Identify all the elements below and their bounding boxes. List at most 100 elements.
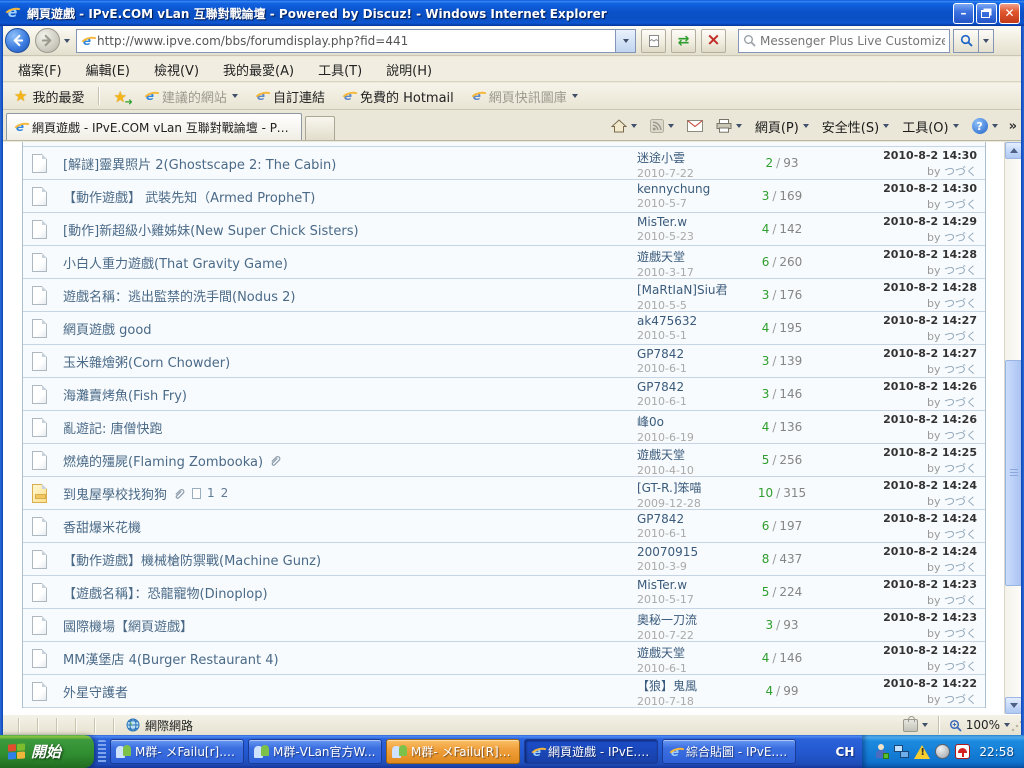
topic-author-link[interactable]: MisTer.w xyxy=(637,215,737,229)
scroll-down-button[interactable] xyxy=(1005,697,1022,714)
search-input[interactable] xyxy=(760,34,945,48)
toolbar-drag-handle[interactable] xyxy=(98,740,106,764)
close-button[interactable]: ✕ xyxy=(999,3,1020,24)
last-poster-link[interactable]: つづく xyxy=(944,264,977,277)
topic-author-link[interactable]: GP7842 xyxy=(637,512,737,526)
topic-author-link[interactable]: GP7842 xyxy=(637,380,737,394)
topic-title-link[interactable]: 玉米雜燴粥(Corn Chowder) xyxy=(63,352,230,371)
forward-button[interactable] xyxy=(35,28,60,53)
compatibility-view-button[interactable] xyxy=(641,29,666,53)
last-post-time[interactable]: 2010-8-2 14:30 xyxy=(827,149,977,162)
topic-author-link[interactable]: 峰0o xyxy=(637,413,737,430)
language-indicator[interactable]: CH xyxy=(828,745,863,759)
last-post-time[interactable]: 2010-8-2 14:24 xyxy=(827,545,977,558)
last-post-time[interactable]: 2010-8-2 14:22 xyxy=(827,644,977,657)
tools-menu-button[interactable]: 工具(O) xyxy=(897,114,963,139)
last-poster-link[interactable]: つづく xyxy=(944,627,977,640)
chevron-down-icon[interactable] xyxy=(922,723,928,727)
topic-author-link[interactable]: 遊戲天堂 xyxy=(637,248,737,265)
last-post-time[interactable]: 2010-8-2 14:23 xyxy=(827,578,977,591)
topic-title-link[interactable]: 外星守護者 xyxy=(63,682,128,701)
topic-title-link[interactable]: 小白人重力遊戲(That Gravity Game) xyxy=(63,253,288,272)
topic-title-link[interactable]: [解謎]靈異照片 2(Ghostscape 2: The Cabin) xyxy=(63,154,336,173)
last-post-time[interactable]: 2010-8-2 14:25 xyxy=(827,446,977,459)
history-dropdown-icon[interactable] xyxy=(64,39,70,43)
last-post-time[interactable]: 2010-8-2 14:27 xyxy=(827,347,977,360)
toolbar-overflow-button[interactable]: » xyxy=(1006,119,1020,134)
print-button[interactable] xyxy=(711,116,747,136)
topic-author-link[interactable]: MisTer.w xyxy=(637,578,737,592)
vertical-scrollbar[interactable] xyxy=(1004,142,1021,714)
topic-title-link[interactable]: 燃燒的殭屍(Flaming Zombooka) xyxy=(63,451,263,470)
help-button[interactable]: ? xyxy=(967,115,1003,137)
page-menu-button[interactable]: 網頁(P) xyxy=(750,114,814,139)
last-post-time[interactable]: 2010-8-2 14:24 xyxy=(827,512,977,525)
topic-title-link[interactable]: [動作]新超級小雞姊妹(New Super Chick Sisters) xyxy=(63,220,359,239)
topic-author-link[interactable]: 迷途小雲 xyxy=(637,149,737,166)
last-poster-link[interactable]: つづく xyxy=(944,429,977,442)
topic-title-link[interactable]: 香甜爆米花機 xyxy=(63,517,141,536)
last-poster-link[interactable]: つづく xyxy=(944,330,977,343)
last-poster-link[interactable]: つづく xyxy=(944,528,977,541)
scroll-up-button[interactable] xyxy=(1005,142,1022,159)
menu-item[interactable]: 我的最愛(A) xyxy=(211,57,306,82)
topic-title-link[interactable]: 【遊戲名稱】：恐龍寵物(Dinoplop) xyxy=(63,583,268,602)
favorites-bar-item[interactable]: e 網頁快訊圖庫 xyxy=(462,84,586,109)
last-post-time[interactable]: 2010-8-2 14:24 xyxy=(827,479,977,492)
last-poster-link[interactable]: つづく xyxy=(944,594,977,607)
topic-author-link[interactable]: kennychung xyxy=(637,182,737,196)
taskbar-task-button[interactable]: e M群- メFailu[r].e... xyxy=(110,739,244,764)
topic-author-link[interactable]: [GT-R.]笨喵 xyxy=(637,479,737,496)
topic-title-link[interactable]: 海灘賣烤魚(Fish Fry) xyxy=(63,385,187,404)
address-input[interactable] xyxy=(97,31,615,51)
last-poster-link[interactable]: つづく xyxy=(944,198,977,211)
last-poster-link[interactable]: つづく xyxy=(944,165,977,178)
topic-author-link[interactable]: 遊戲天堂 xyxy=(637,446,737,463)
antivirus-tray-icon[interactable] xyxy=(955,744,970,759)
page-number-link[interactable]: 1 xyxy=(207,486,215,500)
topic-author-link[interactable]: 遊戲天堂 xyxy=(637,644,737,661)
security-warning-tray-icon[interactable] xyxy=(914,745,930,759)
last-post-time[interactable]: 2010-8-2 14:28 xyxy=(827,281,977,294)
last-poster-link[interactable]: つづく xyxy=(944,396,977,409)
messenger-tray-icon[interactable] xyxy=(874,744,889,759)
menu-item[interactable]: 工具(T) xyxy=(306,57,374,82)
last-poster-link[interactable]: つづく xyxy=(944,363,977,376)
read-mail-button[interactable] xyxy=(682,117,708,135)
minimize-button[interactable]: – xyxy=(953,3,974,24)
last-poster-link[interactable]: つづく xyxy=(944,297,977,310)
protected-mode-icon[interactable] xyxy=(903,719,918,732)
menu-item[interactable]: 編輯(E) xyxy=(74,57,142,82)
volume-tray-icon[interactable] xyxy=(935,744,950,759)
safety-menu-button[interactable]: 安全性(S) xyxy=(817,114,894,139)
last-post-time[interactable]: 2010-8-2 14:27 xyxy=(827,314,977,327)
home-button[interactable] xyxy=(606,116,642,136)
last-post-time[interactable]: 2010-8-2 14:22 xyxy=(827,677,977,690)
address-dropdown-button[interactable] xyxy=(616,29,636,53)
menu-item[interactable]: 檔案(F) xyxy=(6,57,74,82)
scrollbar-thumb[interactable] xyxy=(1005,360,1022,586)
topic-author-link[interactable]: GP7842 xyxy=(637,347,737,361)
last-poster-link[interactable]: つづく xyxy=(944,495,977,508)
search-go-button[interactable] xyxy=(953,29,979,53)
search-options-dropdown[interactable] xyxy=(979,29,994,53)
last-post-time[interactable]: 2010-8-2 14:26 xyxy=(827,380,977,393)
favorites-bar-item[interactable]: e 建議的網站 xyxy=(135,84,246,109)
start-button[interactable]: 開始 xyxy=(0,735,94,768)
restore-button[interactable] xyxy=(976,3,997,24)
last-post-time[interactable]: 2010-8-2 14:29 xyxy=(827,215,977,228)
taskbar-task-button[interactable]: e M群- メFailu[R].e... xyxy=(386,739,520,764)
topic-title-link[interactable]: MM漢堡店 4(Burger Restaurant 4) xyxy=(63,649,279,668)
topic-title-link[interactable]: 亂遊記: 唐僧快跑 xyxy=(63,418,163,437)
last-post-time[interactable]: 2010-8-2 14:28 xyxy=(827,248,977,261)
favorites-bar-item[interactable]: e 免費的 Hotmail xyxy=(333,84,462,109)
favorites-bar-item[interactable]: e 自訂連結 xyxy=(246,84,333,109)
last-poster-link[interactable]: つづく xyxy=(944,693,977,706)
stop-button[interactable]: × xyxy=(701,29,726,53)
last-poster-link[interactable]: つづく xyxy=(944,660,977,673)
tab-active[interactable]: e 網頁遊戲 - IPvE.COM vLan 互聯對戰論壇 - Powere..… xyxy=(6,113,302,140)
last-post-time[interactable]: 2010-8-2 14:30 xyxy=(827,182,977,195)
last-post-time[interactable]: 2010-8-2 14:23 xyxy=(827,611,977,624)
topic-author-link[interactable]: 【狼】鬼風 xyxy=(637,677,737,694)
menu-item[interactable]: 說明(H) xyxy=(374,57,444,82)
